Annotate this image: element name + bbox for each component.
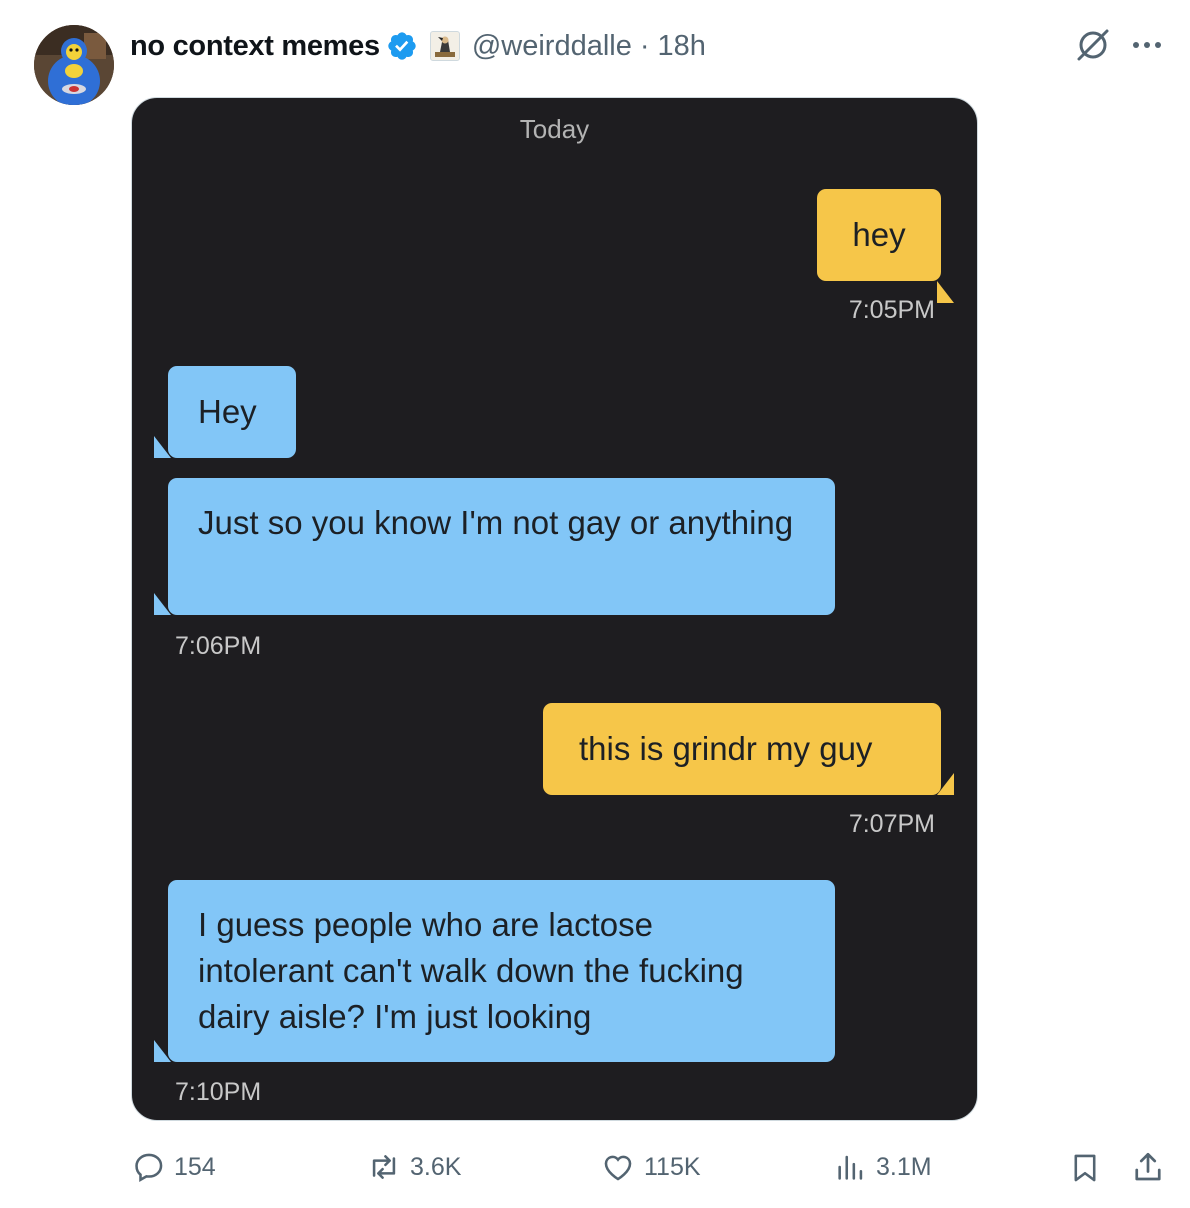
affiliate-badge-icon[interactable] [429,31,460,61]
chat-bubble-tail [937,773,954,795]
action-bar: 154 3.6K 115K 3.1M [0,1144,1190,1192]
share-button[interactable] [1130,1148,1174,1186]
repost-button[interactable]: 3.6K [366,1150,461,1184]
chat-bubble-incoming: I guess people who are lactose intoleran… [168,880,835,1062]
grok-icon[interactable] [1074,26,1112,64]
chat-bubble-outgoing: hey [817,189,941,281]
chat-bubble-incoming: Hey [168,366,296,458]
like-button[interactable]: 115K [600,1150,701,1184]
views-icon [838,1155,863,1180]
bookmark-icon [1074,1154,1096,1182]
repost-count: 3.6K [410,1152,462,1181]
chat-bubble-text: Just so you know I'm not gay or anything [198,504,794,541]
more-icon[interactable] [1128,28,1166,62]
bookmark-button[interactable] [1068,1150,1110,1186]
views-button[interactable]: 3.1M [834,1150,932,1184]
views-count: 3.1M [876,1152,932,1181]
separator-dot: · [639,29,650,62]
chat-bubble-incoming: Just so you know I'm not gay or anything [168,478,835,615]
chat-bubble-text: this is grindr my guy [579,730,873,767]
reply-button[interactable]: 154 [132,1150,216,1184]
chat-bubble-tail [154,1040,171,1062]
like-icon [604,1155,632,1181]
handle[interactable]: @weirddalle [472,30,632,63]
repost-icon [372,1155,396,1179]
share-icon [1135,1152,1161,1181]
chat-timestamp: 7:10PM [175,1078,262,1106]
chat-timestamp: 7:07PM [848,810,935,838]
avatar[interactable] [34,25,114,105]
chat-bubble-tail [154,436,171,458]
like-count: 115K [644,1152,701,1181]
post-time[interactable]: 18h [658,30,706,63]
post-media-image[interactable]: Today hey 7:05PM Hey Just so you know I'… [131,97,978,1121]
chat-date-label: Today [519,114,590,144]
chat-bubble-outgoing: this is grindr my guy [543,703,941,795]
display-name[interactable]: no context memes [130,30,380,63]
post-header: no context memes @weirddalle · 18h [130,26,706,66]
reply-count: 154 [174,1152,216,1181]
chat-timestamp: 7:05PM [848,296,935,324]
chat-bubble-text: Hey [198,393,257,430]
chat-bubble-tail [937,259,954,303]
chat-bubble-text: hey [852,216,906,253]
chat-timestamp: 7:06PM [175,632,262,660]
chat-bubble-tail [154,593,171,615]
verified-badge-icon[interactable] [386,30,418,62]
reply-icon [135,1153,163,1182]
chat-bubble-text: I guess people who are lactose intoleran… [198,906,744,1035]
